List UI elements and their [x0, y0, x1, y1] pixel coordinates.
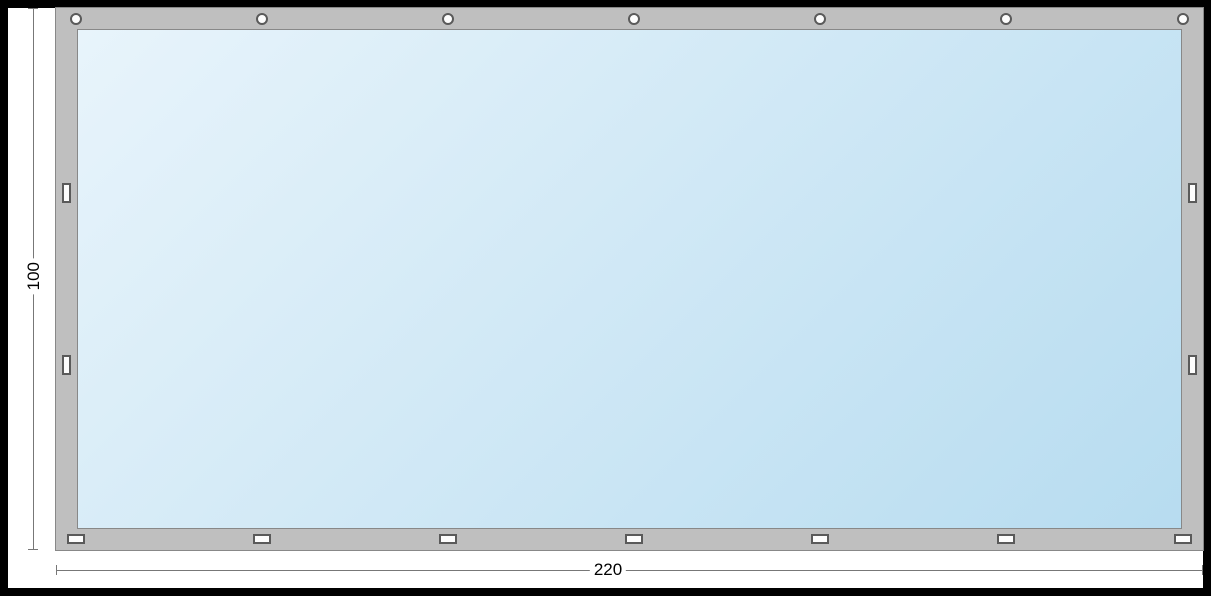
eyelet-bottom-rect-icon — [625, 534, 643, 544]
eyelet-left-rect-icon — [62, 183, 71, 203]
canvas: 220 100 — [8, 8, 1203, 588]
dimension-line-width — [56, 570, 1203, 571]
eyelet-top-circle-icon — [70, 13, 82, 25]
eyelet-top-circle-icon — [628, 13, 640, 25]
eyelet-left-rect-icon — [62, 355, 71, 375]
eyelet-right-rect-icon — [1188, 183, 1197, 203]
eyelet-bottom-rect-icon — [1174, 534, 1192, 544]
eyelet-top-circle-icon — [442, 13, 454, 25]
dimension-height-label: 100 — [24, 258, 44, 294]
outer-border: 220 100 — [0, 0, 1211, 596]
dimension-width-label: 220 — [590, 560, 626, 580]
tarp-frame — [56, 8, 1203, 550]
eyelet-bottom-rect-icon — [67, 534, 85, 544]
eyelet-bottom-rect-icon — [253, 534, 271, 544]
eyelet-top-circle-icon — [814, 13, 826, 25]
eyelet-top-circle-icon — [1177, 13, 1189, 25]
tarp-panel — [78, 30, 1181, 528]
eyelet-top-circle-icon — [1000, 13, 1012, 25]
eyelet-bottom-rect-icon — [439, 534, 457, 544]
eyelet-bottom-rect-icon — [997, 534, 1015, 544]
eyelet-right-rect-icon — [1188, 355, 1197, 375]
eyelet-bottom-rect-icon — [811, 534, 829, 544]
eyelet-top-circle-icon — [256, 13, 268, 25]
